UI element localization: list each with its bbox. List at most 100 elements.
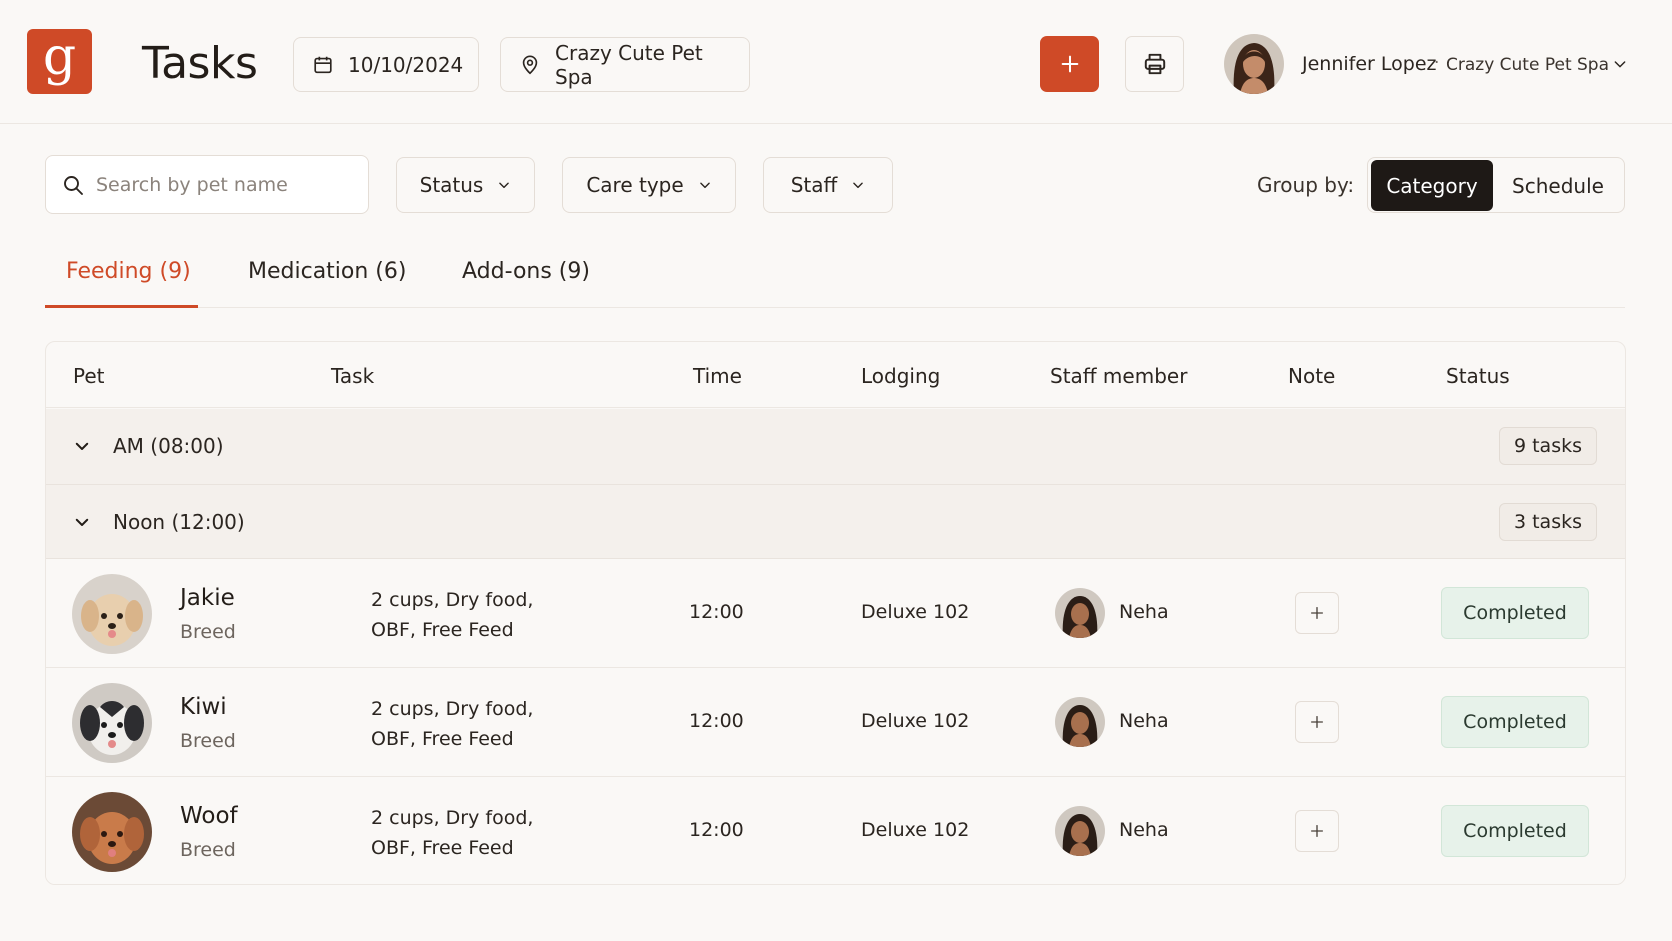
table-row[interactable]: Jakie Breed 2 cups, Dry food, OBF, Free …	[46, 559, 1625, 668]
app-logo[interactable]: g	[27, 29, 92, 94]
user-name: Jennifer Lopez	[1302, 53, 1437, 75]
search-icon	[64, 175, 83, 195]
task-time: 12:00	[689, 601, 744, 623]
chevron-down-icon	[853, 182, 864, 189]
logo-letter: g	[42, 26, 77, 87]
app-header: g Tasks 10/10/2024 Crazy Cute Pet Spa Je…	[0, 0, 1672, 124]
group-by-category-option[interactable]: Category	[1371, 160, 1493, 211]
active-tab-indicator	[45, 305, 198, 308]
chevron-down-icon	[499, 182, 510, 189]
print-button[interactable]	[1125, 36, 1184, 92]
task-time: 12:00	[689, 710, 744, 732]
column-header-pet: Pet	[73, 364, 105, 388]
location-selector[interactable]: Crazy Cute Pet Spa	[500, 37, 750, 92]
user-separator: ·	[1434, 53, 1440, 73]
column-header-note: Note	[1288, 364, 1336, 388]
lodging-name: Deluxe 102	[861, 710, 970, 732]
task-count-badge: 3 tasks	[1498, 503, 1597, 541]
table-row[interactable]: Woof Breed 2 cups, Dry food, OBF, Free F…	[46, 777, 1625, 884]
tasks-table: Pet Task Time Lodging Staff member Note …	[45, 341, 1626, 885]
staff-filter[interactable]: Staff	[763, 157, 893, 213]
pet-name: Jakie	[180, 585, 235, 611]
staff-name: Neha	[1119, 710, 1169, 732]
chevron-down-icon[interactable]	[73, 437, 91, 455]
column-header-staff-member: Staff member	[1050, 364, 1188, 388]
plus-icon	[1311, 825, 1323, 837]
user-menu-chevron[interactable]	[1612, 56, 1628, 76]
lodging-name: Deluxe 102	[861, 601, 970, 623]
care-type-filter[interactable]: Care type	[562, 157, 736, 213]
staff-avatar	[1055, 806, 1105, 856]
pet-name: Kiwi	[180, 694, 227, 720]
task-description: 2 cups, Dry food, OBF, Free Feed	[371, 694, 571, 754]
chevron-down-icon	[1614, 61, 1626, 68]
status-filter[interactable]: Status	[396, 157, 535, 213]
task-description: 2 cups, Dry food, OBF, Free Feed	[371, 803, 571, 863]
add-note-button[interactable]	[1295, 592, 1339, 634]
status-filter-label: Status	[419, 173, 484, 197]
status-badge[interactable]: Completed	[1441, 587, 1589, 639]
add-task-button[interactable]	[1040, 36, 1099, 92]
pet-avatar	[72, 574, 152, 654]
lodging-name: Deluxe 102	[861, 819, 970, 841]
task-count-badge: 9 tasks	[1498, 427, 1597, 465]
page-title: Tasks	[142, 38, 258, 89]
column-header-time: Time	[693, 364, 742, 388]
care-type-filter-label: Care type	[586, 173, 684, 197]
group-row-am[interactable]: AM (08:00) 9 tasks	[46, 409, 1625, 485]
group-by-label: Group by:	[1257, 173, 1355, 197]
plus-icon	[1311, 716, 1323, 728]
pet-breed: Breed	[180, 730, 236, 752]
plus-icon	[1311, 607, 1323, 619]
staff-name: Neha	[1119, 819, 1169, 841]
task-line: OBF, Free Feed	[371, 619, 514, 641]
chevron-down-icon[interactable]	[73, 513, 91, 531]
staff-name: Neha	[1119, 601, 1169, 623]
group-row-noon[interactable]: Noon (12:00) 3 tasks	[46, 485, 1625, 559]
group-by-schedule-option[interactable]: Schedule	[1493, 160, 1623, 211]
task-line: OBF, Free Feed	[371, 728, 514, 750]
table-header: Pet Task Time Lodging Staff member Note …	[46, 342, 1625, 408]
column-header-status: Status	[1446, 364, 1510, 388]
pet-breed: Breed	[180, 839, 236, 861]
tabs-divider	[45, 307, 1625, 308]
task-line: 2 cups, Dry food,	[371, 807, 534, 829]
task-line: 2 cups, Dry food,	[371, 589, 534, 611]
location-pin-icon	[522, 54, 538, 74]
column-header-lodging: Lodging	[861, 364, 941, 388]
calendar-icon	[314, 56, 332, 73]
group-label: Noon (12:00)	[113, 510, 245, 534]
chevron-down-icon	[699, 182, 710, 189]
table-row[interactable]: Kiwi Breed 2 cups, Dry food, OBF, Free F…	[46, 668, 1625, 777]
staff-avatar	[1055, 588, 1105, 638]
add-note-button[interactable]	[1295, 701, 1339, 743]
add-note-button[interactable]	[1295, 810, 1339, 852]
pet-breed: Breed	[180, 621, 236, 643]
staff-avatar	[1055, 697, 1105, 747]
location-value: Crazy Cute Pet Spa	[555, 40, 703, 89]
plus-icon	[1061, 55, 1078, 73]
column-header-task: Task	[331, 364, 375, 388]
search-input[interactable]	[96, 173, 346, 196]
status-badge[interactable]: Completed	[1441, 696, 1589, 748]
pet-avatar	[72, 683, 152, 763]
pet-name: Woof	[180, 803, 238, 829]
task-description: 2 cups, Dry food, OBF, Free Feed	[371, 585, 571, 645]
search-box[interactable]	[45, 155, 369, 214]
pet-avatar	[72, 792, 152, 872]
staff-filter-label: Staff	[790, 173, 838, 197]
group-label: AM (08:00)	[113, 434, 224, 458]
user-avatar[interactable]	[1224, 34, 1284, 94]
task-time: 12:00	[689, 819, 744, 841]
tab-medication[interactable]: Medication (6)	[248, 259, 406, 284]
status-badge[interactable]: Completed	[1441, 805, 1589, 857]
task-line: 2 cups, Dry food,	[371, 698, 534, 720]
group-by-toggle: Category Schedule	[1367, 157, 1625, 213]
date-value: 10/10/2024	[348, 52, 464, 77]
tab-add-ons[interactable]: Add-ons (9)	[462, 259, 590, 284]
task-line: OBF, Free Feed	[371, 837, 514, 859]
printer-icon	[1144, 53, 1165, 75]
date-picker[interactable]: 10/10/2024	[293, 37, 479, 92]
tab-feeding[interactable]: Feeding (9)	[66, 259, 191, 284]
user-organization: Crazy Cute Pet Spa	[1446, 55, 1610, 75]
